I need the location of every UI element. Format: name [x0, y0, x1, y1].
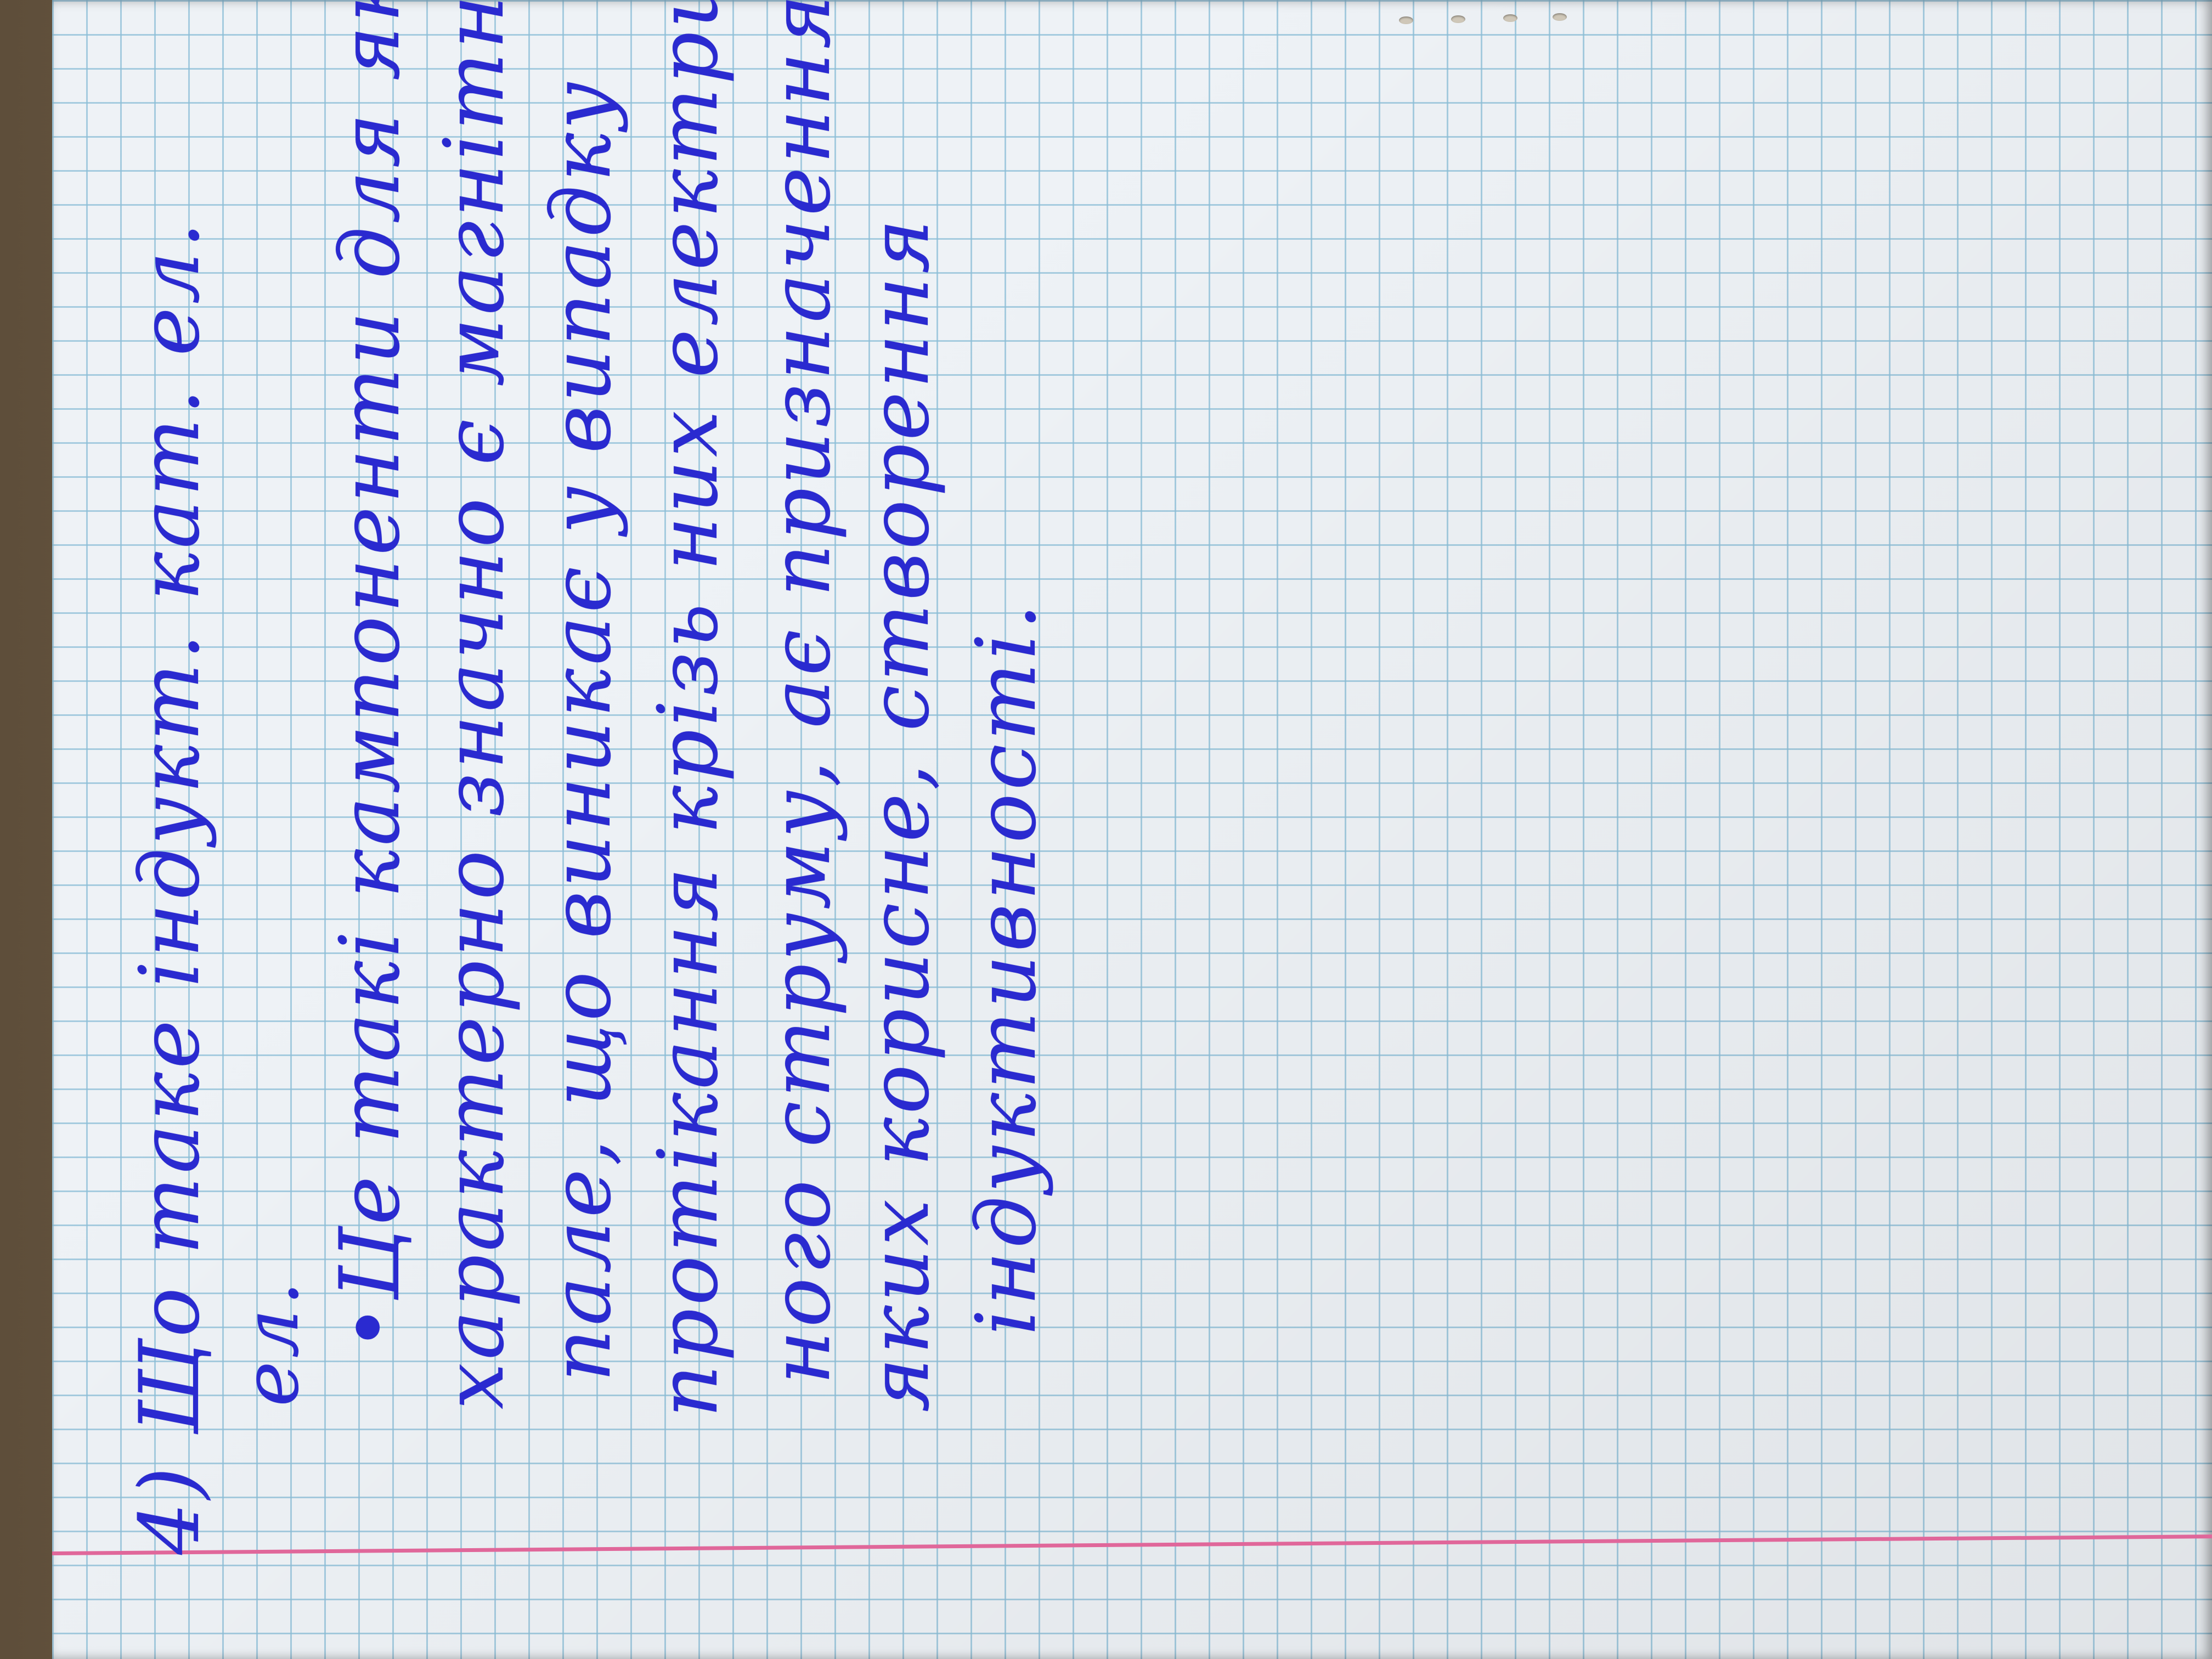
handwritten-line: •Це такі кампоненти для яких	[323, 0, 418, 1352]
handwritten-line: ного струму, ає призначення	[753, 0, 849, 1385]
handwritten-line: пале, що виникає у випадку	[534, 78, 629, 1382]
handwritten-line: 4) Що таке індукт. кат. ел.	[122, 218, 218, 1555]
handwritten-line: ел.	[227, 1278, 316, 1407]
handwritten-line: індуктивності.	[959, 600, 1054, 1335]
handwritten-line: характерно значно є магнітне	[427, 0, 522, 1409]
handwritten-line: яких корисне, створення	[852, 216, 947, 1412]
handwritten-text-block: 4) Що таке індукт. кат. ел. ел. •Це такі…	[0, 0, 2212, 1659]
handwritten-line: протікання крізь них електрич-	[641, 0, 736, 1418]
